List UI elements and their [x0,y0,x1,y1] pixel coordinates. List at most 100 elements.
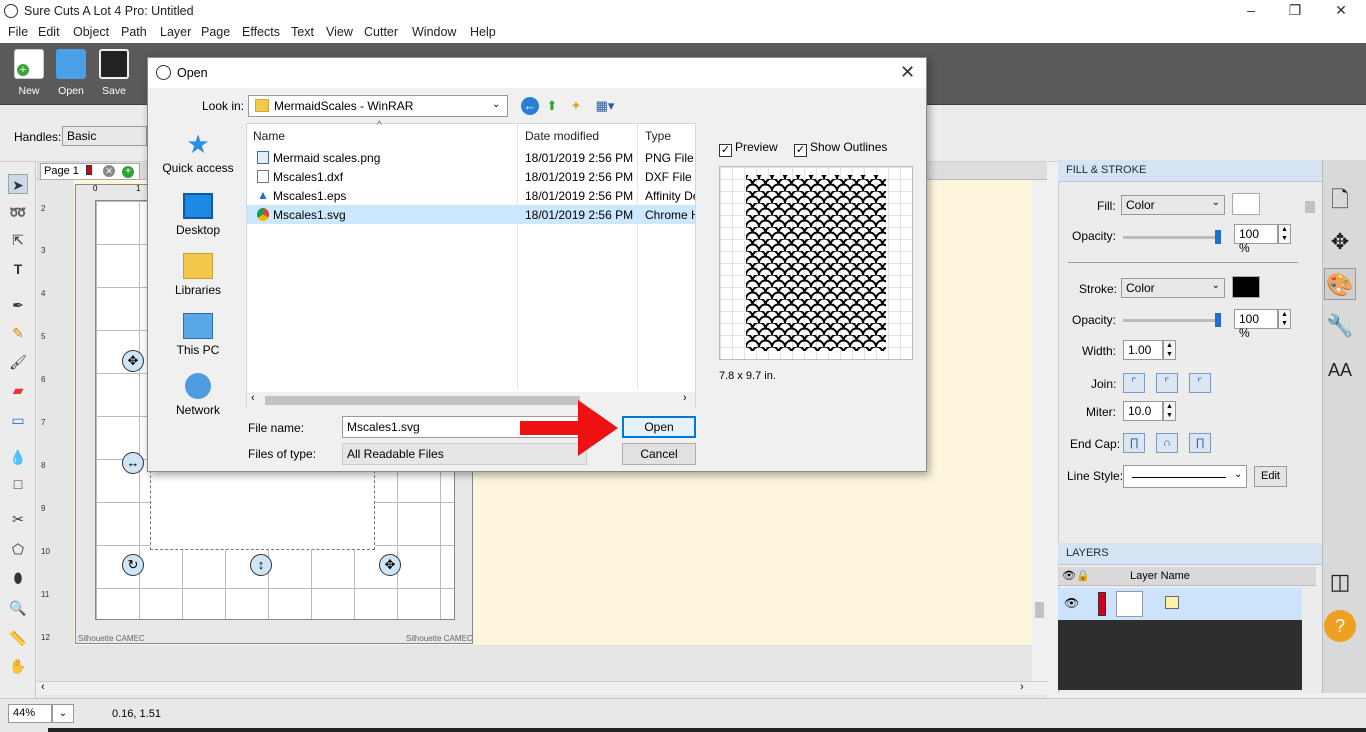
fill-opacity-thumb[interactable] [1215,230,1221,244]
close-page-icon[interactable]: ✕ [103,165,115,177]
rotate-handle-icon[interactable]: ↻ [122,554,144,576]
column-type[interactable]: Type [645,129,671,143]
transform-move-icon[interactable]: ✥ [1324,226,1356,258]
page-tab[interactable]: Page 1 ✕ + [40,163,140,180]
file-list-horizontal-scrollbar[interactable]: ‹ › [247,392,695,408]
stroke-opacity-thumb[interactable] [1215,313,1221,327]
eyedropper-tool-icon[interactable]: 💧 [8,447,28,467]
layer-visibility-icon[interactable]: 👁 [1064,596,1079,610]
round-join-icon[interactable]: ⌜ [1156,373,1178,393]
miter-join-icon[interactable]: ⌜ [1123,373,1145,393]
selected-object[interactable] [150,470,375,550]
open-button[interactable]: Open [622,416,696,438]
pencil-tool-icon[interactable]: ✎ [8,323,28,343]
stroke-color-swatch[interactable] [1232,276,1260,298]
scroll-left-icon[interactable]: ‹ [41,681,45,693]
file-row[interactable]: Mscales1.dxf 18/01/2019 2:56 PM DXF File [247,167,695,186]
menu-effects[interactable]: Effects [242,25,280,39]
view-menu-icon[interactable]: ▦▾ [592,97,618,115]
canvas-vertical-scrollbar[interactable] [1032,180,1047,681]
preview-checkbox[interactable]: ✓ Preview [719,140,778,157]
dialog-close-icon[interactable]: ✕ [900,62,915,83]
palette-icon[interactable]: 🎨 [1324,268,1356,300]
butt-cap-icon[interactable]: ∏ [1123,433,1145,453]
menu-page[interactable]: Page [201,25,230,39]
minimize-button[interactable]: – [1236,2,1266,20]
move-handle-icon[interactable]: ✥ [122,350,144,372]
scale-handle-icon[interactable]: ✥ [379,554,401,576]
stroke-type-select[interactable]: Color ⌄ [1121,278,1225,298]
place-quick-access[interactable]: ★ Quick access [153,131,243,175]
place-network[interactable]: Network [153,373,243,417]
stroke-opacity-spinner-icon[interactable]: ▲ ▼ [1278,309,1291,329]
rectangle-tool-icon[interactable]: □ [8,474,28,494]
cancel-button[interactable]: Cancel [622,443,696,465]
layer-color-swatch[interactable] [1098,592,1106,616]
lasso-tool-icon[interactable]: ➿ [8,202,28,222]
place-desktop[interactable]: Desktop [153,193,243,237]
fill-opacity-slider[interactable] [1123,230,1221,244]
new-folder-icon[interactable]: ✦ [567,97,585,115]
panel-scrollbar[interactable] [1302,183,1318,533]
file-row[interactable]: Mermaid scales.png 18/01/2019 2:56 PM PN… [247,148,695,167]
layers-stack-icon[interactable]: ◫ [1324,566,1356,598]
polygon-tool-icon[interactable]: ⬠ [8,539,28,559]
width-input[interactable]: 1.00 [1123,340,1163,360]
panel-scroll-thumb[interactable] [1305,201,1315,213]
wrench-icon[interactable]: 🔧 [1324,310,1356,342]
document-panel-icon[interactable]: 🗋 [1324,184,1356,216]
select-tool-icon[interactable]: ➤ [8,174,28,194]
place-libraries[interactable]: Libraries [153,253,243,297]
stroke-opacity-input[interactable]: 100 % [1234,309,1278,340]
save-button[interactable]: Save [94,49,134,97]
scroll-right-icon[interactable]: › [683,392,687,404]
text-tool-icon[interactable]: T [8,259,28,279]
scroll-right-icon[interactable]: › [1020,681,1024,693]
scroll-left-icon[interactable]: ‹ [251,392,255,404]
text-size-icon[interactable]: AA [1324,354,1356,386]
column-date-modified[interactable]: Date modified [525,129,599,143]
close-button[interactable]: ✕ [1326,2,1356,20]
pen-tool-icon[interactable]: ✒ [8,295,28,315]
file-list[interactable]: Name ^ Date modified Type Mermaid scales… [246,120,696,408]
menu-view[interactable]: View [326,25,353,39]
menu-object[interactable]: Object [73,25,109,39]
eraser-tool-icon[interactable]: ▰ [8,380,28,400]
knife-tool-icon[interactable]: ✂ [8,509,28,529]
handles-select[interactable]: Basic [62,126,147,146]
add-page-icon[interactable]: + [122,166,135,178]
zoom-dropdown-icon[interactable]: ⌄ [52,704,74,723]
menu-text[interactable]: Text [291,25,314,39]
width-spinner-icon[interactable]: ▲ ▼ [1163,340,1176,360]
brush-tool-icon[interactable]: 🖌 [8,352,28,372]
back-arrow-icon[interactable]: ← [521,97,539,115]
menu-help[interactable]: Help [470,25,496,39]
up-folder-icon[interactable]: ⬆ [543,97,561,115]
menu-path[interactable]: Path [121,25,147,39]
menu-layer[interactable]: Layer [160,25,191,39]
shape-tool-icon[interactable]: ▭ [8,410,28,430]
file-row[interactable]: ▲ Mscales1.eps 18/01/2019 2:56 PM Affini… [247,186,695,205]
help-icon[interactable]: ? [1324,610,1356,642]
restore-button[interactable]: ❐ [1280,2,1310,20]
canvas-horizontal-scrollbar[interactable]: ‹ › [37,681,1047,695]
fill-type-select[interactable]: Color ⌄ [1121,195,1225,215]
zoom-tool-icon[interactable]: 🔍 [8,598,28,618]
look-in-select[interactable]: MermaidScales - WinRAR ⌄ [248,95,508,117]
miter-spinner-icon[interactable]: ▲ ▼ [1163,401,1176,421]
file-row-selected[interactable]: Mscales1.svg 18/01/2019 2:56 PM Chrome H [247,205,695,224]
menu-file[interactable]: File [8,25,28,39]
new-button[interactable]: + New [9,49,49,97]
fill-opacity-input[interactable]: 100 % [1234,224,1278,255]
round-cap-icon[interactable]: ∩ [1156,433,1178,453]
show-outlines-checkbox[interactable]: ✓ Show Outlines [794,140,887,157]
layer-note-icon[interactable] [1165,596,1179,609]
menu-edit[interactable]: Edit [38,25,60,39]
vertical-scroll-thumb[interactable] [1035,602,1044,618]
bevel-join-icon[interactable]: ⌜ [1189,373,1211,393]
layer-row[interactable]: 👁 [1058,588,1302,620]
zoom-level[interactable]: 44% [8,704,52,723]
miter-input[interactable]: 10.0 [1123,401,1163,421]
resize-horizontal-handle-icon[interactable]: ↔ [122,452,144,474]
open-toolbar-button[interactable]: Open [51,49,91,97]
